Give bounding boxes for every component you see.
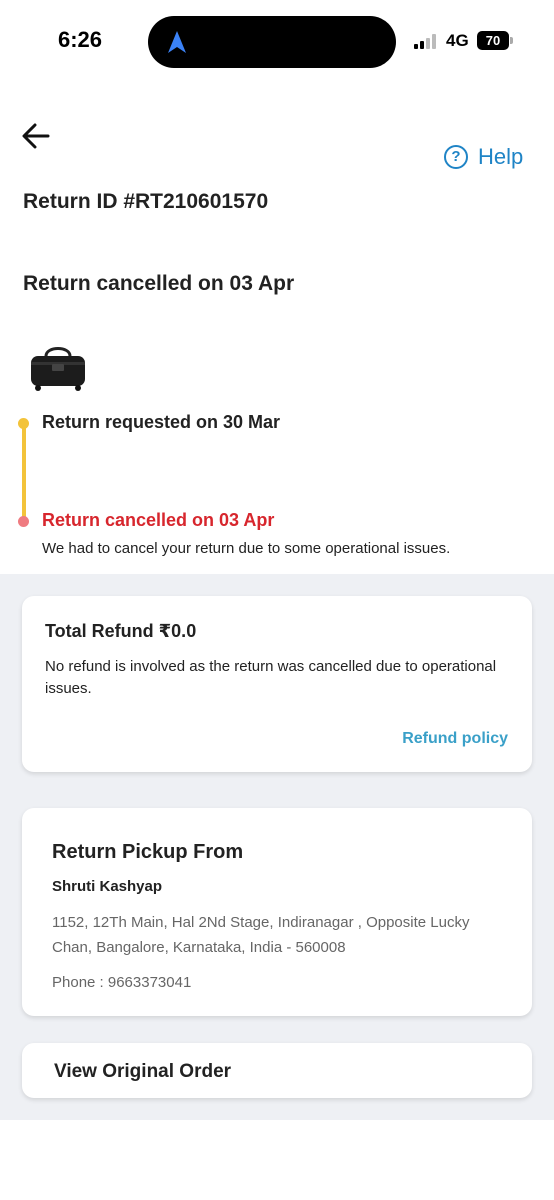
dynamic-island — [148, 16, 396, 68]
help-label: Help — [478, 144, 524, 169]
refund-description: No refund is involved as the return was … — [45, 658, 497, 697]
pickup-name: Shruti Kashyap — [52, 878, 163, 895]
signal-icon — [414, 33, 440, 49]
return-details-page: 6:26 4G 70 ? Help Return ID #RT210601570… — [0, 0, 554, 1200]
product-image — [31, 347, 85, 391]
timeline-dot-requested — [18, 418, 29, 429]
view-original-order-button[interactable]: View Original Order — [22, 1043, 532, 1098]
timeline-cancel-note: We had to cancel your return due to some… — [42, 540, 451, 557]
network-type: 4G — [446, 31, 469, 50]
return-status-title: Return cancelled on 03 Apr — [23, 272, 295, 295]
timeline-step-cancelled: Return cancelled on 03 Apr — [42, 510, 275, 530]
refund-card: Total Refund ₹0.0 No refund is involved … — [22, 596, 532, 772]
pickup-phone: Phone : 9663373041 — [52, 974, 192, 991]
timeline-step-requested: Return requested on 30 Mar — [42, 412, 281, 432]
battery-icon: 70 — [477, 31, 509, 50]
help-button[interactable]: ? Help — [444, 144, 523, 170]
timeline-dot-cancelled — [18, 516, 29, 527]
pickup-address: 1152, 12Th Main, Hal 2Nd Stage, Indirana… — [52, 914, 470, 956]
location-arrow-icon — [168, 31, 186, 53]
refund-total: Total Refund ₹0.0 — [45, 621, 197, 641]
view-original-order-label: View Original Order — [54, 1061, 232, 1082]
question-circle-icon: ? — [444, 145, 468, 169]
status-bar: 6:26 4G 70 — [0, 0, 554, 84]
battery-tip — [510, 37, 513, 44]
status-time: 6:26 — [58, 27, 103, 52]
pickup-card: Return Pickup From Shruti Kashyap 1152, … — [22, 808, 532, 1016]
arrow-left-icon[interactable] — [20, 118, 52, 154]
refund-policy-link[interactable]: Refund policy — [402, 730, 508, 748]
return-id: Return ID #RT210601570 — [23, 190, 269, 213]
timeline-line — [22, 424, 26, 522]
pickup-title: Return Pickup From — [52, 841, 244, 863]
